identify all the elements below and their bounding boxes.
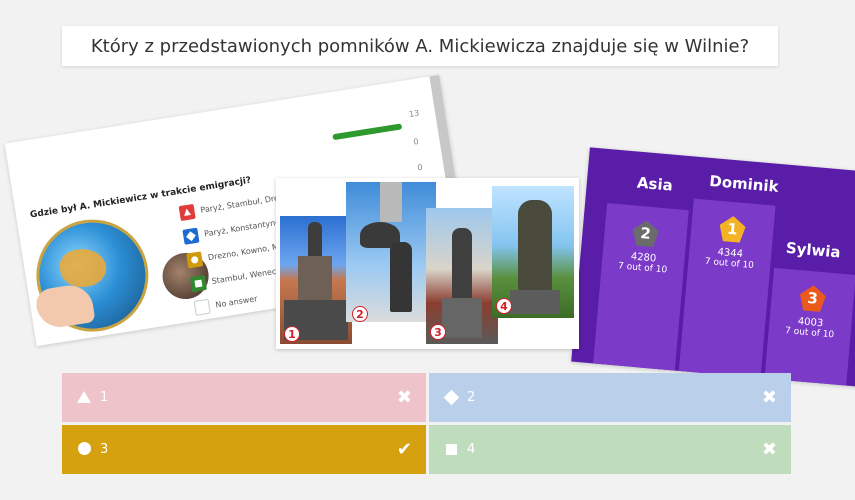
- podium-card: Asia Dominik Sylwia 2 4280 7 out of 10 1…: [571, 147, 855, 388]
- monument-photo: 3: [426, 208, 498, 344]
- photo-number: 1: [284, 326, 300, 342]
- place-badge-icon: 1: [718, 215, 746, 243]
- correct-answer-bar: [332, 123, 403, 141]
- monuments-collage: 1 2 3 4: [276, 178, 579, 349]
- statue-pedestal: [510, 290, 560, 314]
- statue-figure: [518, 200, 552, 292]
- circle-icon: [76, 440, 92, 459]
- monument-photo: 4: [492, 186, 574, 318]
- square-icon: [443, 440, 459, 459]
- cross-icon: ✖: [761, 439, 777, 460]
- answer-label: 2: [467, 390, 476, 405]
- statue-pedestal: [442, 298, 482, 338]
- photo-number: 4: [496, 298, 512, 314]
- answer-count: 13: [408, 108, 420, 119]
- triangle-icon: [76, 388, 92, 407]
- answer-tile-2[interactable]: 2 ✖: [429, 373, 791, 422]
- square-icon: [189, 274, 207, 292]
- answer-label: 4: [467, 442, 476, 457]
- cross-icon: ✖: [396, 387, 412, 408]
- player-name: Sylwia: [785, 238, 842, 262]
- statue-figure: [308, 222, 322, 258]
- player-name: Asia: [636, 173, 674, 195]
- answer-count: 0: [416, 162, 424, 173]
- question-title: Który z przedstawionych pomników A. Mick…: [62, 26, 778, 66]
- circle-icon: [186, 250, 204, 268]
- diamond-icon: [182, 227, 200, 245]
- monument-photo: 2: [346, 182, 436, 322]
- answer-tile-4[interactable]: 4 ✖: [429, 425, 791, 474]
- answer-count: 0: [412, 136, 420, 147]
- check-icon: ✔: [396, 439, 412, 460]
- answer-label: 3: [100, 442, 109, 457]
- podium-column: 3 4003 7 out of 10: [763, 267, 855, 388]
- player-name: Dominik: [708, 171, 780, 196]
- diamond-icon: [443, 388, 459, 407]
- empty-icon: [193, 298, 211, 316]
- statue-figure: [390, 242, 412, 312]
- answer-tile-1[interactable]: 1 ✖: [62, 373, 426, 422]
- result-option: No answer: [193, 290, 258, 316]
- place-badge-icon: 3: [799, 284, 827, 312]
- statue-pedestal: [298, 256, 332, 300]
- photo-number: 3: [430, 324, 446, 340]
- result-option-label: No answer: [214, 293, 258, 310]
- triangle-icon: [178, 203, 196, 221]
- photo-number: 2: [352, 306, 368, 322]
- answer-tile-3[interactable]: 3 ✔: [62, 425, 426, 474]
- answer-label: 1: [100, 390, 109, 405]
- column: [380, 182, 402, 222]
- monument-photo: 1: [280, 216, 352, 344]
- podium-column: 2 4280 7 out of 10: [592, 203, 689, 380]
- statue-figure: [452, 228, 472, 298]
- podium-column: 1 4344 7 out of 10: [678, 198, 776, 388]
- cross-icon: ✖: [761, 387, 777, 408]
- place-badge-icon: 2: [632, 219, 660, 247]
